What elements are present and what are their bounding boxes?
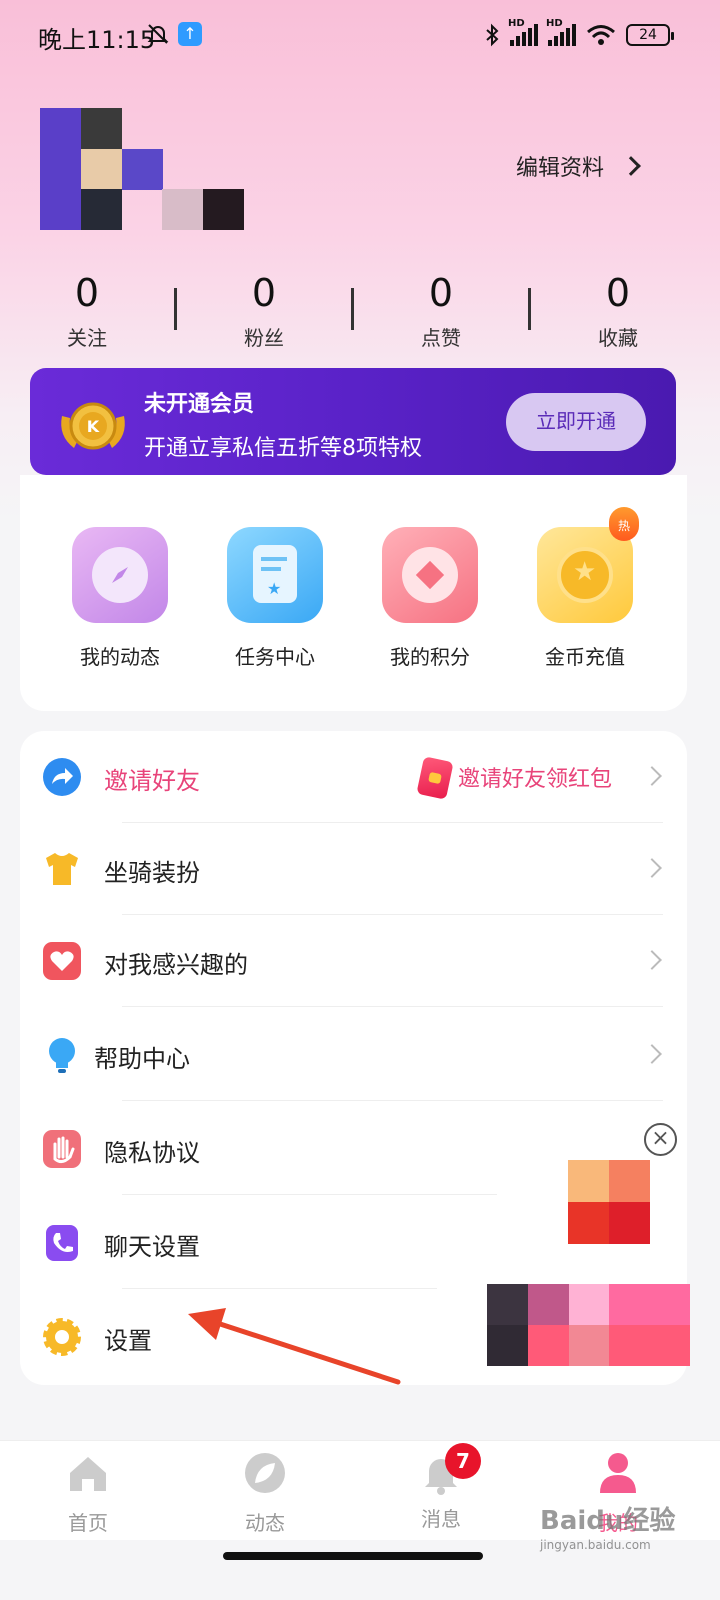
stat-likes[interactable]: 0 点赞: [381, 270, 501, 351]
menu-item-interested[interactable]: 对我感兴趣的: [20, 915, 687, 1007]
status-time: 晚上11:15: [38, 26, 156, 54]
avatar[interactable]: [40, 108, 244, 230]
quick-label: 任务中心: [235, 645, 315, 669]
muted-bell-icon: [147, 24, 169, 44]
baidu-watermark: Baidu经验: [540, 1506, 676, 1536]
tab-label: 动态: [245, 1511, 285, 1535]
hot-badge: 热: [609, 507, 639, 541]
heart-icon: [43, 942, 81, 980]
home-indicator[interactable]: [223, 1552, 483, 1560]
hand-icon: [43, 1130, 81, 1168]
divider: [122, 1288, 437, 1289]
tab-label: 首页: [68, 1511, 108, 1535]
stat-value: 0: [428, 271, 454, 315]
menu-label: 隐私协议: [104, 1139, 200, 1167]
menu-item-invite[interactable]: 邀请好友 邀请好友领红包: [20, 731, 687, 823]
invite-arrow-icon: [43, 758, 81, 796]
stat-divider: [174, 288, 177, 330]
menu-label: 邀请好友: [104, 767, 200, 795]
stat-label: 收藏: [598, 326, 638, 350]
task-card-icon: ★: [227, 527, 323, 623]
quick-label: 我的积分: [390, 645, 470, 669]
battery-icon: 24: [626, 24, 674, 46]
stat-divider: [528, 288, 531, 330]
quick-my-points[interactable]: 我的积分: [370, 527, 490, 670]
divider: [122, 1194, 497, 1195]
divider: [122, 1100, 663, 1101]
menu-item-mount-decor[interactable]: 坐骑装扮: [20, 823, 687, 915]
edit-profile-label: 编辑资料: [516, 156, 605, 181]
tab-feed[interactable]: 动态: [205, 1451, 325, 1536]
floating-widget[interactable]: [487, 1284, 690, 1366]
vip-medal-icon: K: [61, 402, 125, 450]
upload-notification-icon: ↑: [178, 22, 202, 46]
vip-subtitle: 开通立享私信五折等8项特权: [144, 436, 422, 461]
leaf-icon: [245, 1453, 285, 1493]
invite-hint: 邀请好友领红包: [458, 767, 613, 792]
chevron-right-icon: [642, 858, 662, 878]
open-vip-button[interactable]: 立即开通: [506, 393, 646, 451]
tab-messages[interactable]: 7 消息: [381, 1443, 501, 1532]
vip-banner[interactable]: K 未开通会员 开通立享私信五折等8项特权 立即开通: [30, 368, 676, 475]
status-indicators: HD HD 24: [484, 18, 674, 50]
vip-title: 未开通会员: [144, 392, 255, 417]
hd-label-1: HD: [508, 18, 525, 29]
quick-label: 金币充值: [545, 645, 625, 669]
edit-profile-link[interactable]: 编辑资料: [516, 150, 641, 182]
quick-coin-recharge[interactable]: ★ 热 金币充值: [525, 507, 645, 670]
tab-label: 消息: [421, 1507, 461, 1531]
stat-label: 粉丝: [244, 326, 284, 350]
menu-label: 设置: [104, 1327, 152, 1355]
quick-my-posts[interactable]: 我的动态: [60, 527, 180, 670]
stat-fans[interactable]: 0 粉丝: [204, 270, 324, 351]
home-icon: [70, 1457, 106, 1491]
menu-item-help[interactable]: 帮助中心: [20, 1009, 687, 1101]
cell-signal-icon-2: HD: [546, 18, 576, 46]
menu-label: 坐骑装扮: [104, 859, 200, 887]
annotation-arrow: [188, 1308, 401, 1385]
user-icon: [600, 1453, 636, 1493]
chevron-right-icon: [642, 1044, 662, 1064]
points-icon: [382, 527, 478, 623]
menu-label: 聊天设置: [104, 1233, 200, 1261]
red-packet-icon: [416, 756, 454, 800]
baidu-watermark-url: jingyan.baidu.com: [540, 1538, 651, 1552]
stat-divider: [351, 288, 354, 330]
cell-signal-icon-1: HD: [508, 18, 538, 46]
chevron-right-icon: [642, 950, 662, 970]
status-bar: 晚上11:15 ↑ HD HD 24: [0, 0, 720, 70]
quick-label: 我的动态: [80, 645, 160, 669]
stat-following[interactable]: 0 关注: [27, 270, 147, 351]
tshirt-icon: [46, 853, 78, 885]
menu-label: 帮助中心: [94, 1045, 190, 1073]
chevron-right-icon: [621, 156, 641, 176]
menu-label: 对我感兴趣的: [104, 951, 248, 979]
stat-label: 点赞: [421, 326, 461, 350]
stat-value: 0: [74, 271, 100, 315]
message-count-badge: 7: [445, 1443, 481, 1479]
chevron-right-icon: [642, 766, 662, 786]
gear-icon: [43, 1318, 81, 1356]
svg-text:K: K: [87, 417, 100, 436]
close-icon[interactable]: ×: [644, 1123, 677, 1156]
stat-label: 关注: [67, 326, 107, 350]
hd-label-2: HD: [546, 18, 563, 29]
quick-actions-card: 我的动态 ★ 任务中心 我的积分 ★ 热 金币充值: [20, 475, 687, 711]
phone-icon: [46, 1225, 78, 1261]
wifi-icon: [587, 25, 615, 45]
compass-icon: [72, 527, 168, 623]
stat-value: 0: [251, 271, 277, 315]
stat-favorites[interactable]: 0 收藏: [558, 270, 678, 351]
floating-gift-banner[interactable]: [568, 1160, 650, 1244]
lightbulb-icon: [49, 1038, 75, 1073]
divider: [122, 1006, 663, 1007]
stat-value: 0: [605, 271, 631, 315]
quick-task-center[interactable]: ★ 任务中心: [215, 527, 335, 670]
bluetooth-icon: [486, 23, 499, 47]
bell-icon-wrap: 7: [419, 1443, 481, 1495]
gold-coin-icon: ★ 热: [537, 507, 639, 623]
tab-home[interactable]: 首页: [28, 1451, 148, 1536]
